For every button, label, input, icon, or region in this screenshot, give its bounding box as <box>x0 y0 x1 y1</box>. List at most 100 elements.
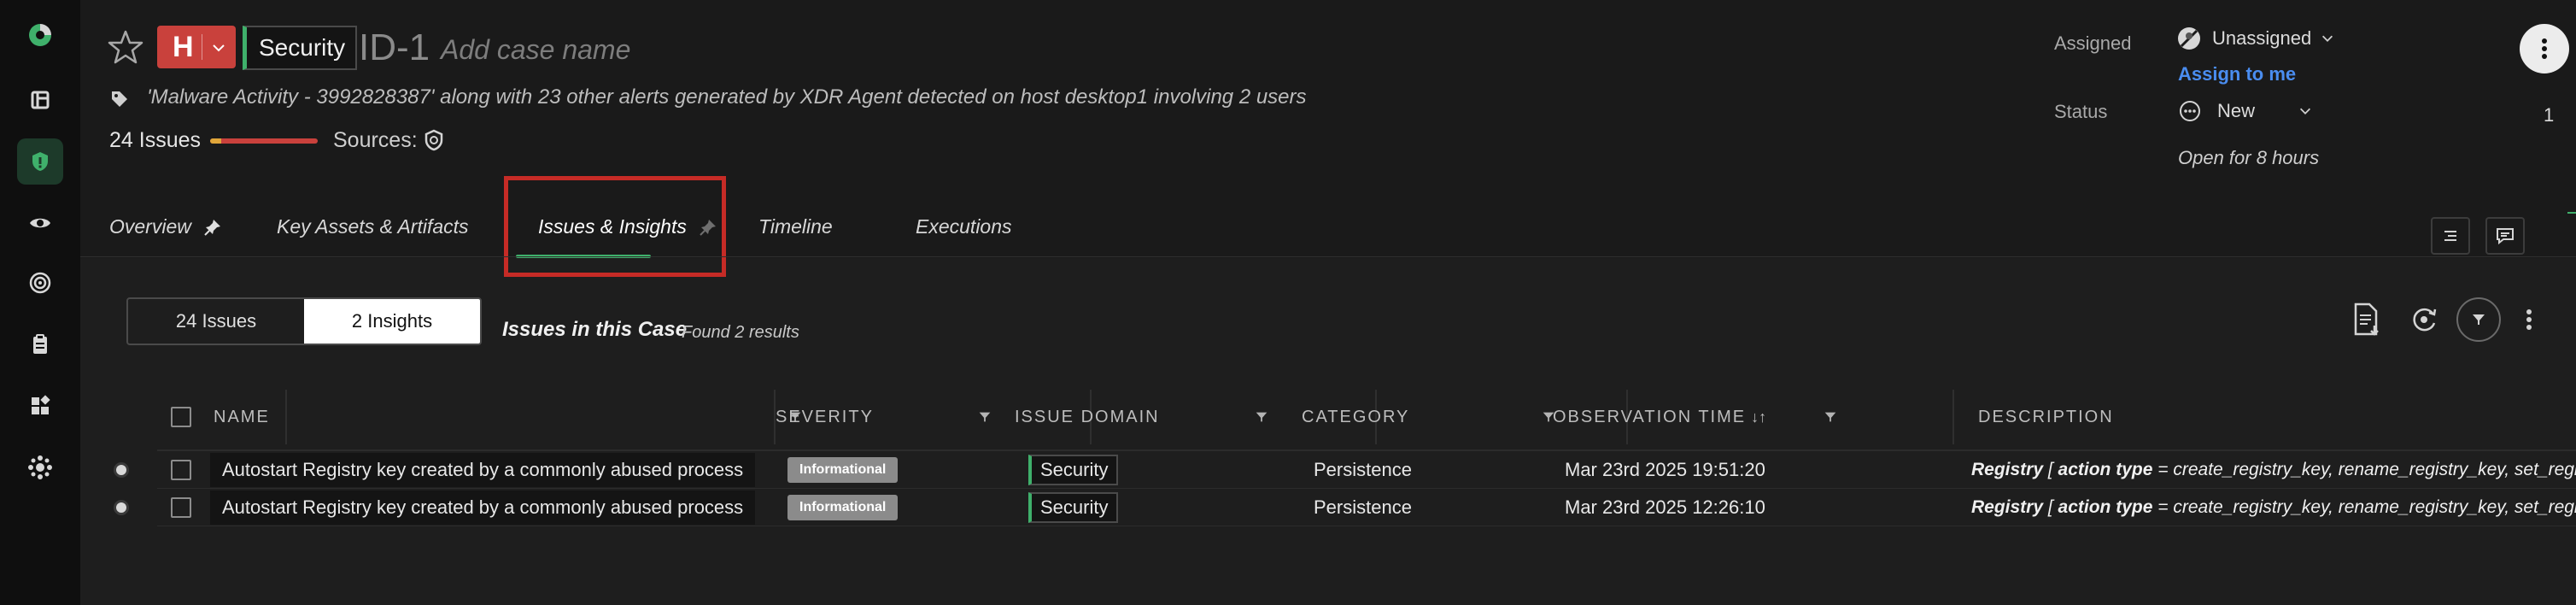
tab-highlight-box <box>504 176 726 277</box>
select-all-cell <box>171 383 191 451</box>
export-file-icon <box>2354 302 2379 336</box>
desc-bracket: [ <box>2043 460 2058 479</box>
network-icon[interactable] <box>17 444 63 490</box>
clipboard-icon[interactable] <box>17 321 63 367</box>
tab-label: Overview <box>109 215 191 238</box>
logo-icon[interactable] <box>17 12 63 58</box>
open-duration: Open for 8 hours <box>2178 147 2320 168</box>
filter-icon[interactable] <box>977 409 992 425</box>
table-header: NAME SEVERITY ISSUE DOMAIN CATEGORY OBSE… <box>157 383 2576 451</box>
desc-rest: = create_registry_key, rename_registry_k… <box>2157 497 2576 517</box>
column-header-issue-domain[interactable]: ISSUE DOMAIN <box>1015 383 1297 451</box>
column-header-name[interactable]: NAME <box>214 383 808 451</box>
refresh-button[interactable] <box>2400 296 2448 344</box>
severity-dropdown[interactable]: H <box>157 26 236 68</box>
results-count: Found 2 results <box>682 323 799 342</box>
column-label: OBSERVATION TIME <box>1553 407 1747 426</box>
row-status-dot <box>116 502 126 513</box>
row-checkbox[interactable] <box>171 497 191 518</box>
status-new-icon <box>2180 101 2200 121</box>
assignee-dropdown[interactable]: Unassigned <box>2178 27 2335 50</box>
column-label: DESCRIPTION <box>1978 407 2114 426</box>
column-label: NAME <box>214 407 270 426</box>
case-tabs: Overview Key Assets & Artifacts Issues &… <box>80 197 2576 258</box>
section-title: Issues in this Case <box>502 318 688 341</box>
column-label: SEVERITY <box>776 407 874 426</box>
column-header-category[interactable]: CATEGORY <box>1302 383 1561 451</box>
list-view-button[interactable] <box>2431 217 2470 255</box>
filter-button[interactable] <box>2456 297 2501 342</box>
tag-icon <box>112 91 127 107</box>
observation-time-cell: Mar 23rd 2025 19:51:20 <box>1565 459 1765 480</box>
issue-name[interactable]: Autostart Registry key created by a comm… <box>210 453 756 487</box>
sort-desc-icon[interactable]: ↓↑ <box>1751 408 1766 426</box>
eye-icon[interactable] <box>17 200 63 246</box>
export-button[interactable] <box>2342 296 2390 344</box>
comment-icon <box>2497 228 2514 245</box>
filter-icon[interactable] <box>1823 409 1838 425</box>
edge-indicator <box>2567 212 2576 214</box>
more-vertical-icon <box>2526 309 2532 330</box>
apps-grid-icon[interactable] <box>17 383 63 429</box>
column-header-description[interactable]: DESCRIPTION <box>1978 383 2114 451</box>
column-label: CATEGORY <box>1302 407 1410 426</box>
severity-pill: Informational <box>787 457 899 483</box>
tab-executions[interactable]: Executions <box>916 215 1012 238</box>
category-cell: Persistence <box>1314 459 1412 480</box>
star-icon[interactable] <box>106 27 145 67</box>
status-value: New <box>2217 100 2256 121</box>
status-dropdown[interactable]: New <box>2178 99 2313 123</box>
tab-overview[interactable]: Overview <box>109 215 222 238</box>
case-description: 'Malware Activity - 3992828387' along wi… <box>147 85 1307 109</box>
list-icon <box>2444 231 2456 241</box>
filter-icon[interactable] <box>1254 409 1269 425</box>
column-label: ISSUE DOMAIN <box>1015 407 1160 426</box>
case-id: ID-1 <box>359 26 430 68</box>
issues-insights-toggle: 24 Issues 2 Insights <box>126 297 482 345</box>
case-name-input[interactable]: Add case name <box>441 32 630 67</box>
row-checkbox[interactable] <box>171 460 191 480</box>
issue-name[interactable]: Autostart Registry key created by a comm… <box>210 490 756 525</box>
column-header-severity[interactable]: SEVERITY <box>776 383 1015 451</box>
sources-label: Sources: <box>333 128 418 152</box>
main-panel: H Security ID-1 Add case name 'Malware A… <box>80 0 2576 605</box>
dashboard-icon[interactable] <box>17 77 63 123</box>
tab-key-assets[interactable]: Key Assets & Artifacts <box>277 215 469 238</box>
chevron-down-icon <box>2299 108 2311 115</box>
target-icon[interactable] <box>17 260 63 306</box>
assignee-name: Unassigned <box>2212 27 2312 49</box>
counter: 1 <box>2544 104 2555 126</box>
assign-to-me-link[interactable]: Assign to me <box>2178 63 2296 85</box>
table-row[interactable]: Autostart Registry key created by a comm… <box>116 489 2576 526</box>
category-cell: Persistence <box>1314 496 1412 518</box>
insights-toggle-button[interactable]: 2 Insights <box>304 299 480 344</box>
table-row[interactable]: Autostart Registry key created by a comm… <box>116 451 2576 489</box>
source-shield-icon <box>424 129 443 151</box>
column-header-observation-time[interactable]: OBSERVATION TIME ↓↑ <box>1553 383 1843 451</box>
header-divider <box>80 256 2576 257</box>
issue-domain-chip: Security <box>1028 455 1119 485</box>
desc-rest: = create_registry_key, rename_registry_k… <box>2157 460 2576 479</box>
pin-icon[interactable] <box>203 218 222 237</box>
severity-letter: H <box>173 30 194 63</box>
refresh-icon <box>2413 308 2437 332</box>
issues-severity-bar <box>210 138 318 144</box>
comments-button[interactable] <box>2485 217 2525 255</box>
cases-shield-icon[interactable] <box>17 138 63 185</box>
chevron-down-icon <box>2322 35 2333 42</box>
more-vertical-icon <box>2542 38 2547 59</box>
issues-toggle-button[interactable]: 24 Issues <box>128 299 304 344</box>
observation-time-cell: Mar 23rd 2025 12:26:10 <box>1565 496 1765 518</box>
row-status-dot <box>116 465 126 475</box>
tab-timeline[interactable]: Timeline <box>758 215 833 238</box>
avatar <box>2178 27 2200 50</box>
tab-label: Executions <box>916 215 1012 238</box>
table-more-button[interactable] <box>2516 296 2542 344</box>
more-options-button[interactable] <box>2520 24 2569 73</box>
select-all-checkbox[interactable] <box>171 407 191 427</box>
description-cell: Registry [ action type = create_registry… <box>1971 451 2576 489</box>
severity-pill: Informational <box>787 495 899 520</box>
domain-chip: Security <box>243 26 358 70</box>
description-cell: Registry [ action type = create_registry… <box>1971 489 2576 526</box>
case-header: H Security ID-1 Add case name 'Malware A… <box>80 0 2576 277</box>
